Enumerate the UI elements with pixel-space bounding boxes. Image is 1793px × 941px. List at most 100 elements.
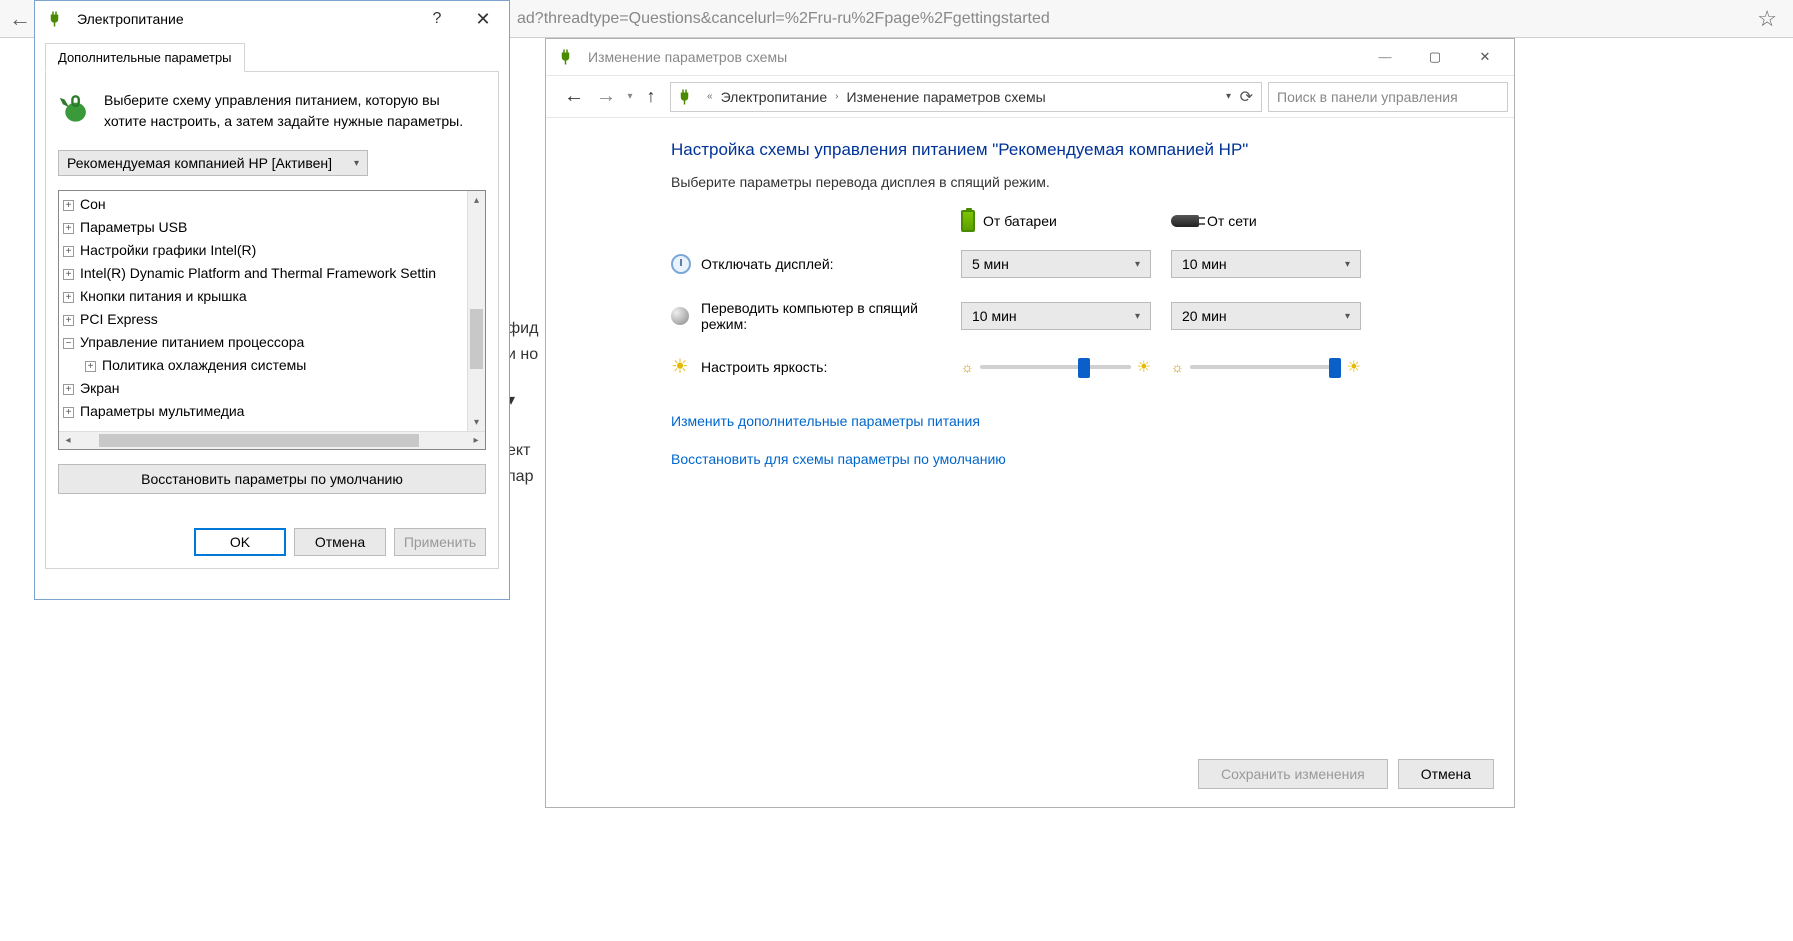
link-advanced-settings[interactable]: Изменить дополнительные параметры питани…	[671, 413, 1514, 429]
display-ac-select[interactable]: 10 мин ▾	[1171, 250, 1361, 278]
chevron-down-icon: ▾	[354, 158, 359, 169]
browser-url[interactable]: ad?threadtype=Questions&cancelurl=%2Fru-…	[517, 10, 1050, 28]
scroll-down-icon[interactable]: ▾	[468, 413, 485, 431]
tree-item[interactable]: + Параметры мультимедиа	[63, 400, 467, 423]
maximize-button[interactable]: ▢	[1410, 39, 1460, 75]
sun-bright-icon: ☀	[1137, 357, 1151, 377]
dialog-title: Электропитание	[77, 11, 417, 27]
tree-item-label: Политика охлаждения системы	[102, 357, 306, 373]
search-input[interactable]: Поиск в панели управления	[1268, 82, 1508, 112]
nav-back-icon[interactable]: ←	[558, 85, 590, 108]
battery-icon	[961, 210, 975, 232]
explorer-nav-bar: ← → ▾ ↑ « Электропитание › Изменение пар…	[546, 75, 1514, 118]
close-button[interactable]: ✕	[457, 9, 509, 30]
tab-advanced[interactable]: Дополнительные параметры	[45, 43, 245, 72]
partial-text: фид	[507, 320, 538, 338]
sun-bright-icon: ☀	[1347, 357, 1361, 377]
tree-item[interactable]: +Сон	[63, 193, 467, 216]
edit-plan-window: Изменение параметров схемы — ▢ ✕ ← → ▾ ↑…	[545, 38, 1515, 808]
tree-item-label: Параметры USB	[80, 219, 187, 235]
tree-item-label: Параметры мультимедиа	[80, 403, 244, 419]
help-button[interactable]: ?	[417, 10, 457, 28]
sleep-moon-icon	[671, 307, 689, 325]
tree-item[interactable]: + Политика охлаждения системы	[63, 354, 467, 377]
plan-selector-dropdown[interactable]: Рекомендуемая компанией HP [Активен] ▾	[58, 150, 368, 176]
brightness-sun-icon: ☀	[671, 356, 689, 378]
breadcrumb[interactable]: « Электропитание › Изменение параметров …	[670, 82, 1262, 112]
expand-icon[interactable]: +	[63, 384, 74, 395]
partial-text: ект	[507, 442, 530, 460]
chevron-down-icon: ▾	[1345, 311, 1350, 322]
brightness-ac-slider[interactable]	[1190, 365, 1341, 369]
nav-forward-icon: →	[590, 85, 622, 108]
breadcrumb-chevron-icon[interactable]: «	[701, 91, 719, 102]
expand-icon[interactable]: +	[85, 361, 96, 372]
horizontal-scrollbar[interactable]: ◂ ▸	[59, 431, 485, 449]
sleep-battery-select[interactable]: 10 мин ▾	[961, 302, 1151, 330]
tree-item-label: Настройки графики Intel(R)	[80, 242, 256, 258]
cancel-button[interactable]: Отмена	[294, 528, 386, 556]
tree-item[interactable]: + Экран	[63, 377, 467, 400]
brightness-battery-slider[interactable]	[980, 365, 1131, 369]
tree-item[interactable]: + Кнопки питания и крышка	[63, 285, 467, 308]
chevron-down-icon: ▾	[1135, 259, 1140, 270]
dialog-intro-text: Выберите схему управления питанием, кото…	[104, 90, 486, 132]
link-restore-defaults[interactable]: Восстановить для схемы параметры по умол…	[671, 451, 1514, 467]
page-subtitle: Выберите параметры перевода дисплея в сп…	[671, 174, 1514, 190]
chevron-down-icon: ▾	[1135, 311, 1140, 322]
scroll-right-icon[interactable]: ▸	[467, 432, 485, 449]
tree-item[interactable]: +PCI Express	[63, 308, 467, 331]
expand-icon[interactable]: +	[63, 246, 74, 257]
display-battery-select[interactable]: 5 мин ▾	[961, 250, 1151, 278]
breadcrumb-dropdown-icon[interactable]: ▾	[1226, 91, 1231, 102]
close-button[interactable]: ✕	[1460, 39, 1510, 75]
column-header-battery: От батареи	[983, 213, 1057, 229]
expand-icon[interactable]: +	[63, 292, 74, 303]
nav-history-dropdown[interactable]: ▾	[622, 91, 638, 102]
sun-dim-icon: ☼	[961, 359, 974, 375]
partial-text: и но	[507, 346, 538, 364]
power-plug-icon	[558, 48, 576, 66]
scroll-thumb[interactable]	[470, 309, 483, 369]
nav-up-icon[interactable]: ↑	[638, 86, 664, 107]
settings-tree: +Сон+Параметры USB+Настройки графики Int…	[58, 190, 486, 450]
expand-icon[interactable]: +	[63, 269, 74, 280]
expand-icon[interactable]: +	[63, 407, 74, 418]
setting-label-sleep: Переводить компьютер в спящий режим:	[701, 300, 961, 332]
ok-button[interactable]: OK	[194, 528, 286, 556]
setting-label-display: Отключать дисплей:	[701, 256, 961, 272]
tree-item[interactable]: + Intel(R) Dynamic Platform and Thermal F…	[63, 262, 467, 285]
scroll-thumb[interactable]	[99, 434, 419, 447]
tree-item-label: Экран	[80, 380, 120, 396]
search-placeholder: Поиск в панели управления	[1277, 89, 1458, 105]
window-title: Изменение параметров схемы	[588, 49, 1360, 65]
expand-icon[interactable]: +	[63, 315, 74, 326]
dialog-titlebar[interactable]: Электропитание ? ✕	[35, 1, 509, 37]
restore-defaults-button[interactable]: Восстановить параметры по умолчанию	[58, 464, 486, 494]
tree-item-label: Intel(R) Dynamic Platform and Thermal Fr…	[80, 265, 436, 281]
window-titlebar[interactable]: Изменение параметров схемы — ▢ ✕	[546, 39, 1514, 75]
tree-item-label: Кнопки питания и крышка	[80, 288, 247, 304]
breadcrumb-chevron-icon[interactable]: ›	[829, 91, 844, 102]
tree-item[interactable]: + Настройки графики Intel(R)	[63, 239, 467, 262]
breadcrumb-item[interactable]: Электропитание	[719, 89, 830, 105]
scroll-left-icon[interactable]: ◂	[59, 432, 77, 449]
cancel-button[interactable]: Отмена	[1398, 759, 1494, 789]
expand-icon[interactable]: +	[63, 223, 74, 234]
minimize-button[interactable]: —	[1360, 39, 1410, 75]
setting-label-brightness: Настроить яркость:	[701, 359, 961, 375]
vertical-scrollbar[interactable]: ▴ ▾	[467, 191, 485, 431]
tree-item[interactable]: −Управление питанием процессора	[63, 331, 467, 354]
sleep-ac-select[interactable]: 20 мин ▾	[1171, 302, 1361, 330]
breadcrumb-item[interactable]: Изменение параметров схемы	[845, 89, 1048, 105]
apply-button: Применить	[394, 528, 486, 556]
save-changes-button: Сохранить изменения	[1198, 759, 1388, 789]
scroll-up-icon[interactable]: ▴	[468, 191, 485, 209]
chevron-down-icon: ▾	[1345, 259, 1350, 270]
refresh-icon[interactable]: ⟳	[1240, 87, 1253, 107]
power-plug-icon	[47, 10, 65, 28]
tree-item[interactable]: + Параметры USB	[63, 216, 467, 239]
collapse-icon[interactable]: −	[63, 338, 74, 349]
expand-icon[interactable]: +	[63, 200, 74, 211]
bookmark-star-icon[interactable]: ☆	[1757, 6, 1777, 32]
